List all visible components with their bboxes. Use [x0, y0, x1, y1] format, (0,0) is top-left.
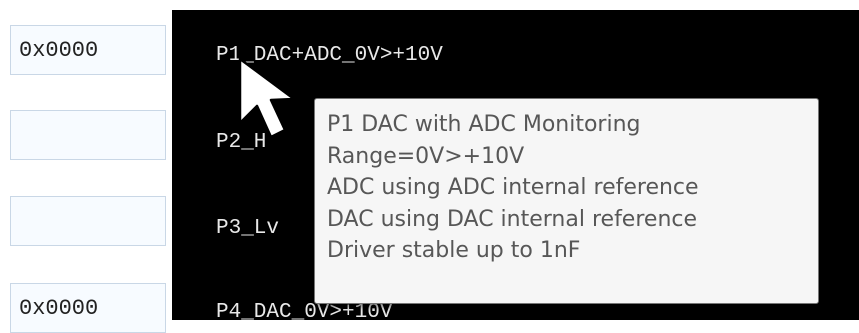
- profile-tooltip: P1 DAC with ADC Monitoring Range=0V>+10V…: [314, 98, 819, 304]
- register-value-column: 0x0000 0x0000: [0, 0, 172, 333]
- tooltip-dac-reference: DAC using DAC internal reference: [327, 206, 698, 232]
- tooltip-driver-note: Driver stable up to 1nF: [327, 238, 581, 264]
- tooltip-adc-reference: ADC using ADC internal reference: [327, 175, 699, 201]
- register-value-field[interactable]: [10, 110, 166, 160]
- register-value-field[interactable]: 0x0000: [10, 25, 166, 75]
- tooltip-title: P1 DAC with ADC Monitoring: [327, 112, 641, 137]
- profile-item-p3[interactable]: P3_Lv: [216, 217, 279, 240]
- register-value-field[interactable]: [10, 196, 166, 246]
- arrow-pointer-icon: [238, 57, 296, 139]
- register-value-field[interactable]: 0x0000: [10, 283, 166, 333]
- tooltip-range: Range=0V>+10V: [327, 143, 525, 169]
